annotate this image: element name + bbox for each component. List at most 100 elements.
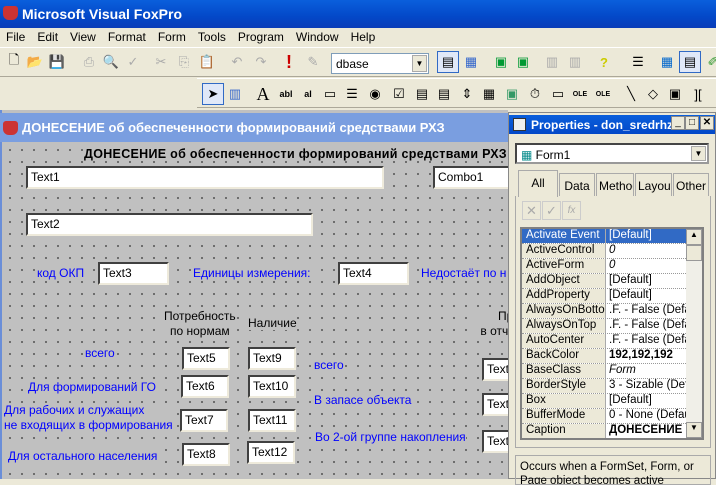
spinner-icon[interactable]: ⇕	[456, 83, 478, 105]
ole-container-icon[interactable]: OLE	[569, 83, 591, 105]
menu-program[interactable]: Program	[232, 28, 290, 46]
property-row[interactable]: Activate Event [Default]	[522, 229, 686, 244]
property-row[interactable]: BaseClass Form	[522, 364, 686, 379]
label-icon[interactable]: A	[252, 83, 274, 105]
property-grid-scrollbar[interactable]: ▲ ▼	[686, 229, 702, 438]
tab-methods[interactable]: Methods	[596, 173, 634, 196]
text11-field[interactable]: Text11	[248, 409, 296, 432]
print-icon[interactable]: ⎙	[78, 51, 100, 73]
property-row[interactable]: AlwaysOnTop.F. - False (Default)	[522, 319, 686, 334]
scroll-up-icon[interactable]: ▲	[686, 229, 702, 245]
combobox-icon[interactable]: ▤	[411, 83, 433, 105]
menu-tools[interactable]: Tools	[192, 28, 232, 46]
text10-field[interactable]: Text10	[248, 375, 296, 398]
object-combo[interactable]: ▦ Form1 ▼	[515, 143, 709, 164]
close-button[interactable]: ✕	[700, 116, 714, 130]
view-window-icon[interactable]: ▦	[460, 51, 482, 73]
listbox-icon[interactable]: ▤	[433, 83, 455, 105]
pageframe-icon[interactable]: ▭	[547, 83, 569, 105]
undo-icon[interactable]: ↶	[226, 51, 248, 73]
property-row[interactable]: BufferMode0 - None (Default)	[522, 409, 686, 424]
property-row[interactable]: ActiveForm 0	[522, 259, 686, 274]
text4-field[interactable]: Text4	[338, 262, 409, 285]
minimize-button[interactable]: _	[671, 116, 685, 130]
grid-icon[interactable]: ▦	[478, 83, 500, 105]
database-combo[interactable]: dbase ▼	[331, 53, 429, 74]
container-icon[interactable]: ▣	[664, 83, 686, 105]
checkbox-icon[interactable]: ☑	[388, 83, 410, 105]
right-field-2[interactable]: Text	[482, 393, 508, 416]
property-row[interactable]: AutoCenter.F. - False (Default)	[522, 334, 686, 349]
run-icon[interactable]: !	[278, 51, 300, 73]
form-wizard-icon[interactable]: ▣	[490, 51, 512, 73]
menu-form[interactable]: Form	[152, 28, 192, 46]
editbox-icon[interactable]: al	[297, 83, 319, 105]
units-label[interactable]: Единицы измерения:	[193, 266, 311, 280]
go-formations-label[interactable]: Для формирований ГО	[28, 380, 156, 394]
separator-icon[interactable]: ][	[687, 83, 709, 105]
accept-icon[interactable]: ✓	[542, 201, 561, 220]
menu-file[interactable]: File	[0, 28, 31, 46]
layout-toolbar-icon[interactable]: ☰	[627, 51, 649, 73]
need-column-header[interactable]: Потребность по нормам	[164, 309, 236, 339]
property-row[interactable]: Caption ДОНЕСЕНИЕ	[522, 424, 686, 438]
spelling-icon[interactable]: ✓	[122, 51, 144, 73]
line-icon[interactable]: ╲	[620, 83, 642, 105]
function-icon[interactable]: fx	[562, 201, 581, 220]
text9-field[interactable]: Text9	[248, 347, 296, 370]
text2-field[interactable]: Text2	[26, 213, 313, 236]
text7-field[interactable]: Text7	[180, 409, 228, 432]
open-icon[interactable]: 📂	[24, 51, 46, 73]
have-column-header[interactable]: Наличие	[248, 316, 297, 330]
textbox-icon[interactable]: abl	[275, 83, 297, 105]
command-window-icon[interactable]: ▤	[437, 51, 459, 73]
form-canvas[interactable]: ДОНЕСЕНИЕ об обеспеченности формирований…	[2, 142, 508, 479]
chevron-down-icon[interactable]: ▼	[412, 55, 427, 72]
tab-layout[interactable]: Layout	[635, 173, 672, 196]
text6-field[interactable]: Text6	[181, 375, 229, 398]
text1-field[interactable]: Text1	[26, 166, 384, 189]
cut-icon[interactable]: ✂	[150, 51, 172, 73]
total-label[interactable]: всего	[85, 346, 115, 360]
property-row[interactable]: AlwaysOnBottom.F. - False (Default)	[522, 304, 686, 319]
text12-field[interactable]: Text12	[247, 441, 295, 464]
right-total-label[interactable]: всего	[314, 358, 344, 372]
form-header-label[interactable]: ДОНЕСЕНИЕ об обеспеченности формирований…	[84, 147, 507, 161]
print-preview-icon[interactable]: 🔍	[100, 51, 122, 73]
tab-other[interactable]: Other	[673, 173, 709, 196]
group2-label[interactable]: Во 2-ой группе накопления	[315, 430, 466, 444]
save-icon[interactable]: 💾	[46, 51, 68, 73]
view-classes-icon[interactable]: ▥	[224, 83, 246, 105]
reserve-label[interactable]: В запасе объекта	[314, 393, 412, 407]
property-row[interactable]: AddObject [Default]	[522, 274, 686, 289]
rest-population-label[interactable]: Для остального населения	[8, 449, 158, 463]
image-icon[interactable]: ▣	[501, 83, 523, 105]
ole-bound-icon[interactable]: OLE	[592, 83, 614, 105]
workers-label[interactable]: Для рабочих и служащих не входящих в форм…	[4, 403, 173, 433]
property-row[interactable]: BackColor 192,192,192	[522, 349, 686, 364]
command-group-icon[interactable]: ☰	[341, 83, 363, 105]
property-row[interactable]: BorderStyle3 - Sizable (Default)	[522, 379, 686, 394]
property-row[interactable]: AddProperty [Default]	[522, 289, 686, 304]
property-row[interactable]: ActiveControl 0	[522, 244, 686, 259]
menu-window[interactable]: Window	[290, 28, 345, 46]
tab-data[interactable]: Data	[559, 173, 595, 196]
report-wizard-icon[interactable]: ▣	[512, 51, 534, 73]
paste-icon[interactable]: 📋	[196, 51, 218, 73]
maximize-button[interactable]: □	[685, 116, 699, 130]
kod-okp-label[interactable]: код ОКП	[37, 266, 85, 280]
right-field-1[interactable]: Text	[482, 358, 508, 381]
shortage-label[interactable]: Недостаёт по н	[421, 266, 507, 280]
new-icon[interactable]: 🗋	[3, 51, 25, 73]
shape-icon[interactable]: ◇	[642, 83, 664, 105]
menu-view[interactable]: View	[64, 28, 102, 46]
scroll-thumb[interactable]	[686, 245, 702, 261]
timer-icon[interactable]: ⏱	[524, 83, 546, 105]
redo-icon[interactable]: ↷	[250, 51, 272, 73]
option-group-icon[interactable]: ◉	[364, 83, 386, 105]
help-icon[interactable]: ?	[593, 51, 615, 73]
right-column-header[interactable]: Прив отчет	[470, 309, 508, 339]
code-window-icon[interactable]: ✐	[702, 51, 716, 73]
autoform-icon[interactable]: ▥	[541, 51, 563, 73]
properties-window-icon[interactable]: ▤	[679, 51, 701, 73]
